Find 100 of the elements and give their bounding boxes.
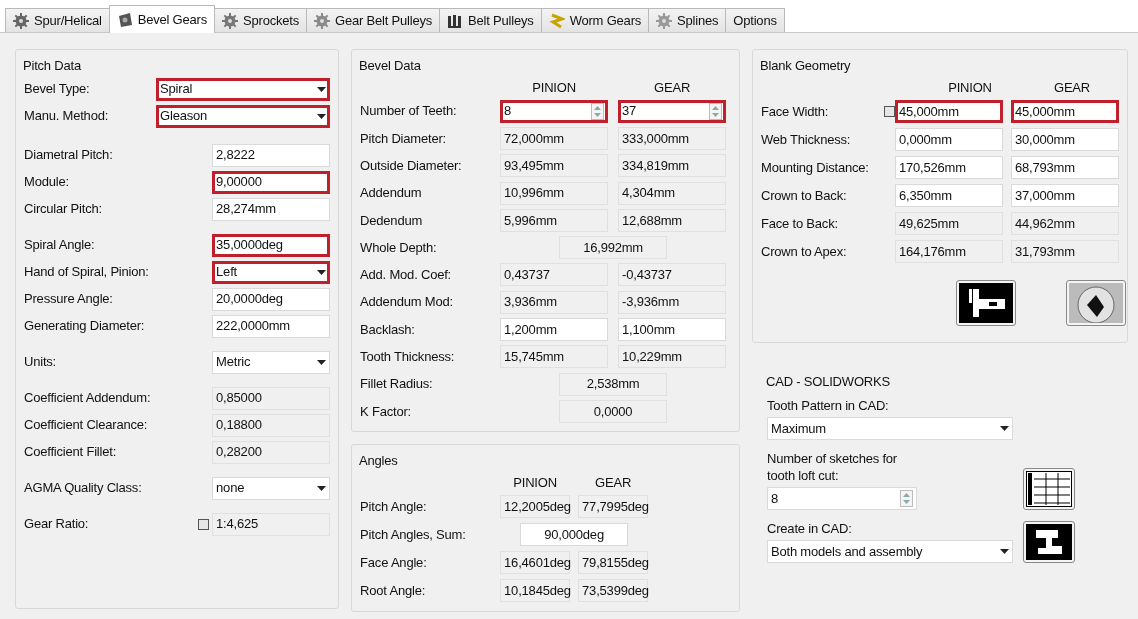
table-icon [1026, 471, 1072, 507]
field-label: Crown to Apex: [761, 242, 847, 261]
input-field[interactable]: 37,000mm [1011, 184, 1119, 207]
output-field: 333,000mm [618, 126, 727, 150]
input-field[interactable]: 1,100mm [618, 318, 727, 341]
tab[interactable]: Gear Belt Pulleys [306, 8, 441, 32]
input-field[interactable]: 2,8222 [212, 143, 331, 167]
caret-icon [317, 113, 327, 119]
caret-icon [317, 485, 327, 491]
field-label: Manu. Method: [24, 107, 109, 126]
input-field[interactable]: 20,0000deg [212, 287, 331, 311]
input-field[interactable]: 6,350mm [895, 184, 1003, 207]
field-label: Mounting Distance: [761, 158, 869, 177]
input-field[interactable]: 35,0000deg [212, 233, 331, 257]
output-field: 1:4,625 [212, 512, 331, 536]
output-field: 31,793mm [1011, 240, 1119, 263]
tab[interactable]: Options [725, 8, 785, 32]
input-field[interactable]: 222,0000mm [212, 314, 331, 338]
column-header: GEAR [1052, 79, 1091, 97]
field-label: Generating Diameter: [24, 317, 145, 336]
field-label: Dedendum [360, 211, 423, 230]
caret-icon [1000, 426, 1009, 431]
spin-box[interactable]: 8 [767, 487, 917, 510]
input-field[interactable]: 170,526mm [895, 156, 1003, 179]
output-field: 10,229mm [618, 345, 727, 369]
caliper-button[interactable] [956, 279, 1016, 326]
bars-icon [447, 12, 464, 29]
field-label: AGMA Quality Class: [24, 479, 142, 498]
field-label: Pressure Angle: [24, 290, 113, 309]
output-field: 10,1845deg [500, 579, 571, 603]
field-label: Create in CAD: [767, 520, 853, 537]
output-field: 334,819mm [618, 154, 727, 178]
input-field[interactable]: 90,000deg [520, 523, 629, 547]
tab[interactable]: Worm Gears [540, 8, 650, 32]
dropdown[interactable]: Maximum [767, 417, 1013, 440]
tab[interactable]: Belt Pulleys [439, 8, 542, 32]
field-label: Coefficient Clearance: [24, 416, 148, 435]
input-field[interactable]: 68,793mm [1011, 156, 1119, 179]
input-field[interactable]: 45,000mm [895, 100, 1003, 123]
tab[interactable]: Splines [648, 8, 727, 32]
field-label: Face Width: [761, 102, 829, 121]
output-field: 0,0000 [559, 399, 668, 423]
field-label: Root Angle: [360, 581, 426, 600]
output-field: 77,7995deg [578, 495, 649, 519]
field-label: Bevel Type: [24, 80, 90, 99]
caret-icon [317, 269, 327, 275]
input-field[interactable]: 1,200mm [500, 318, 609, 341]
field-label: Circular Pitch: [24, 200, 102, 219]
field-label: Whole Depth: [360, 238, 437, 257]
tab[interactable]: Bevel Gears [108, 5, 216, 33]
output-field: 15,745mm [500, 345, 609, 369]
output-field: 12,2005deg [500, 495, 571, 519]
input-field[interactable]: 28,274mm [212, 197, 331, 221]
tab[interactable]: Spur/Helical [5, 8, 110, 32]
dropdown[interactable]: Metric [212, 350, 331, 374]
dropdown[interactable]: Spiral [156, 77, 331, 101]
field-label: Tooth Thickness: [360, 348, 455, 367]
tool-button[interactable] [1023, 521, 1075, 563]
tab[interactable]: Sprockets [214, 8, 308, 32]
output-field: -0,43737 [618, 263, 727, 287]
gear-icon [314, 12, 331, 29]
field-label: Pitch Angle: [360, 497, 427, 516]
field-label: Coefficient Fillet: [24, 443, 117, 462]
output-field: 3,936mm [500, 290, 609, 314]
gear-icon [656, 12, 673, 29]
output-field: 79,8155deg [578, 551, 649, 575]
output-field: 72,000mm [500, 126, 609, 150]
output-field: 0,18800 [212, 413, 331, 437]
field-label: Web Thickness: [761, 130, 851, 149]
input-field[interactable]: 45,000mm [1011, 100, 1119, 123]
output-field: 16,992mm [559, 236, 668, 260]
output-field: 16,4601deg [500, 551, 571, 575]
disk-button[interactable] [1066, 279, 1126, 326]
checkbox[interactable] [884, 106, 895, 117]
input-field[interactable]: 30,000mm [1011, 128, 1119, 151]
dropdown[interactable]: Gleason [156, 104, 331, 128]
caret-icon [317, 86, 327, 92]
input-field[interactable]: 9,00000 [212, 170, 331, 194]
spin-arrows-icon [591, 102, 605, 120]
gear-icon [222, 12, 239, 29]
tool-button[interactable] [1023, 468, 1075, 510]
dropdown[interactable]: Left [212, 260, 331, 284]
output-field: -3,936mm [618, 290, 727, 314]
dropdown[interactable]: Both models and assembly [767, 540, 1013, 563]
output-field: 0,85000 [212, 386, 331, 410]
dropdown[interactable]: none [212, 476, 331, 500]
spin-box[interactable]: 37 [618, 99, 727, 123]
field-label: Pitch Diameter: [360, 129, 446, 148]
output-field: 2,538mm [559, 372, 668, 396]
caret-icon [1000, 549, 1009, 554]
field-label: Coefficient Addendum: [24, 389, 151, 408]
input-field[interactable]: 0,000mm [895, 128, 1003, 151]
field-label: Number of sketches for tooth loft cut: [767, 450, 898, 484]
spin-box[interactable]: 8 [500, 99, 609, 123]
column-header: GEAR [653, 79, 692, 97]
field-label: Hand of Spiral, Pinion: [24, 263, 149, 282]
checkbox[interactable] [198, 518, 210, 530]
column-header: PINION [531, 79, 577, 97]
field-label: Number of Teeth: [360, 102, 457, 121]
field-label: Tooth Pattern in CAD: [767, 397, 890, 414]
